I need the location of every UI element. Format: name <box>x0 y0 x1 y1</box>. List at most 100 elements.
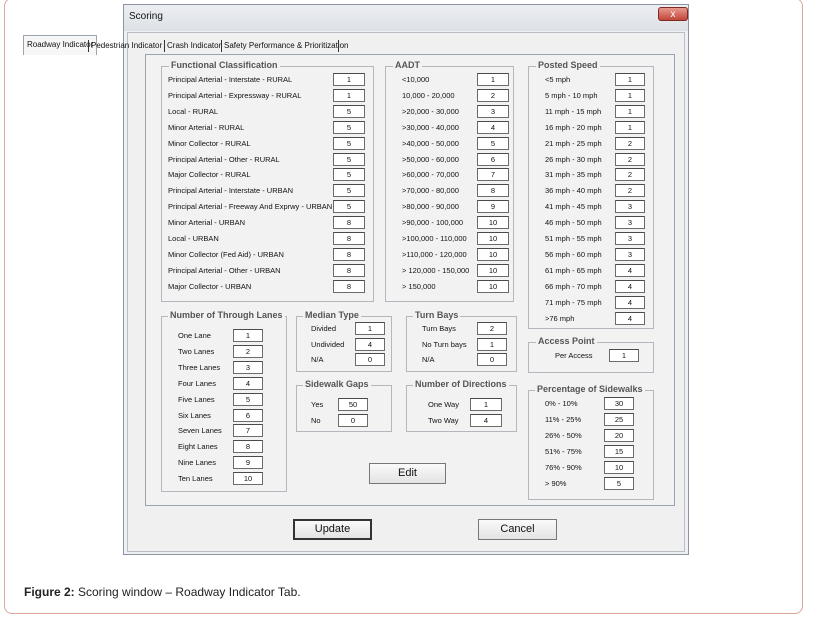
through-lanes-value-field[interactable]: 8 <box>233 440 263 454</box>
tab-roadway-indicator[interactable]: Roadway Indicator <box>23 35 98 55</box>
posted-speed-value-field[interactable]: 2 <box>615 152 645 166</box>
posted-speed-value-field[interactable]: 2 <box>615 168 645 182</box>
sidewalk-gaps-label: Yes <box>311 400 324 409</box>
edit-button[interactable]: Edit <box>369 463 446 484</box>
functional-classification-value-field[interactable]: 8 <box>333 279 365 293</box>
cancel-button[interactable]: Cancel <box>478 519 557 540</box>
posted-speed-value-field[interactable]: 3 <box>615 232 645 245</box>
posted-speed-value-field[interactable]: 4 <box>615 263 645 277</box>
functional-classification-value-field[interactable]: 5 <box>333 120 365 134</box>
tab-safety-performance[interactable]: Safety Performance & Prioritization <box>224 37 349 55</box>
through-lanes-value-field[interactable]: 4 <box>233 376 263 390</box>
aadt-value-field[interactable]: 9 <box>477 200 509 214</box>
posted-speed-value-field[interactable]: 4 <box>615 279 645 293</box>
functional-classification-value-field[interactable]: 5 <box>333 168 365 182</box>
sidewalk-gaps-value-field[interactable]: 0 <box>338 413 368 427</box>
aadt-label: >30,000 - 40,000 <box>402 122 459 132</box>
turn-bays-title: Turn Bays <box>413 310 461 320</box>
percentage-of-sidewalks-value-field[interactable]: 25 <box>604 413 634 426</box>
percentage-of-sidewalks-value-field[interactable]: 30 <box>604 397 634 410</box>
functional-classification-label: Principal Arterial - Other - RURAL <box>168 154 280 164</box>
posted-speed-value-field[interactable]: 4 <box>615 311 645 325</box>
posted-speed-value-field[interactable]: 1 <box>615 104 645 118</box>
functional-classification-label: Minor Collector (Fed Aid) - URBAN <box>168 249 284 259</box>
caption-text: Scoring window – Roadway Indicator Tab. <box>74 585 301 599</box>
posted-speed-label: 31 mph - 35 mph <box>545 170 602 180</box>
posted-speed-value-field[interactable]: 1 <box>615 88 645 102</box>
posted-speed-value-field[interactable]: 1 <box>615 73 645 86</box>
close-button[interactable]: x <box>658 7 688 21</box>
turn-bays-value-field[interactable]: 2 <box>477 322 507 335</box>
turn-bays-value-field[interactable]: 1 <box>477 337 507 351</box>
tab-crash-indicator[interactable]: Crash Indicator <box>167 37 221 55</box>
percentage-of-sidewalks-label: 11% - 25% <box>545 415 582 424</box>
through-lanes-value-field[interactable]: 1 <box>233 329 263 342</box>
sidewalk-gaps-label: No <box>311 415 321 425</box>
aadt-value-field[interactable]: 3 <box>477 104 509 118</box>
posted-speed-value-field[interactable]: 3 <box>615 200 645 214</box>
number-of-directions-value-field[interactable]: 4 <box>470 413 502 427</box>
percentage-of-sidewalks-value-field[interactable]: 5 <box>604 477 634 490</box>
aadt-label: >20,000 - 30,000 <box>402 106 459 116</box>
aadt-value-field[interactable]: 10 <box>477 279 509 293</box>
functional-classification-value-field[interactable]: 1 <box>333 88 365 102</box>
aadt-value-field[interactable]: 4 <box>477 120 509 134</box>
through-lanes-value-field[interactable]: 10 <box>233 472 263 486</box>
median-type-value-field[interactable]: 4 <box>355 337 385 351</box>
aadt-value-field[interactable]: 10 <box>477 216 509 230</box>
posted-speed-value-field[interactable]: 2 <box>615 184 645 198</box>
functional-classification-value-field[interactable]: 8 <box>333 232 365 245</box>
access-point-value-field[interactable]: 1 <box>609 349 639 362</box>
posted-speed-label: 36 mph - 40 mph <box>545 186 602 196</box>
sidewalk-gaps-title: Sidewalk Gaps <box>303 379 371 389</box>
aadt-value-field[interactable]: 2 <box>477 88 509 102</box>
posted-speed-value-field[interactable]: 1 <box>615 120 645 134</box>
median-type-value-field[interactable]: 0 <box>355 353 385 367</box>
functional-classification-value-field[interactable]: 1 <box>333 73 365 86</box>
through-lanes-label: Six Lanes <box>178 410 211 420</box>
through-lanes-label: Five Lanes <box>178 394 215 404</box>
percentage-of-sidewalks-value-field[interactable]: 10 <box>604 461 634 474</box>
aadt-title: AADT <box>393 60 422 70</box>
number-of-directions-value-field[interactable]: 1 <box>470 398 502 411</box>
percentage-of-sidewalks-value-field[interactable]: 20 <box>604 429 634 442</box>
through-lanes-value-field[interactable]: 2 <box>233 344 263 358</box>
functional-classification-value-field[interactable]: 5 <box>333 136 365 150</box>
aadt-value-field[interactable]: 8 <box>477 184 509 198</box>
percentage-of-sidewalks-value-field[interactable]: 15 <box>604 445 634 458</box>
posted-speed-value-field[interactable]: 4 <box>615 295 645 309</box>
posted-speed-value-field[interactable]: 2 <box>615 136 645 150</box>
through-lanes-value-field[interactable]: 9 <box>233 456 263 470</box>
turn-bays-value-field[interactable]: 0 <box>477 353 507 367</box>
median-type-value-field[interactable]: 1 <box>355 322 385 335</box>
posted-speed-value-field[interactable]: 3 <box>615 247 645 261</box>
through-lanes-value-field[interactable]: 3 <box>233 360 263 374</box>
aadt-value-field[interactable]: 5 <box>477 136 509 150</box>
sidewalk-gaps-value-field[interactable]: 50 <box>338 398 368 411</box>
functional-classification-label: Minor Collector - RURAL <box>168 138 251 148</box>
functional-classification-value-field[interactable]: 5 <box>333 200 365 214</box>
functional-classification-value-field[interactable]: 5 <box>333 104 365 118</box>
aadt-label: >60,000 - 70,000 <box>402 170 459 180</box>
figure-caption: Figure 2: Scoring window – Roadway Indic… <box>24 585 301 599</box>
functional-classification-value-field[interactable]: 5 <box>333 184 365 198</box>
update-button[interactable]: Update <box>293 519 372 540</box>
aadt-value-field[interactable]: 6 <box>477 152 509 166</box>
functional-classification-value-field[interactable]: 8 <box>333 263 365 277</box>
through-lanes-value-field[interactable]: 7 <box>233 424 263 438</box>
aadt-label: <10,000 <box>402 75 430 84</box>
through-lanes-value-field[interactable]: 6 <box>233 408 263 422</box>
percentage-of-sidewalks-label: 0% - 10% <box>545 399 578 408</box>
aadt-value-field[interactable]: 10 <box>477 232 509 245</box>
tab-pedestrian-indicator[interactable]: Pedestrian Indicator <box>91 37 162 55</box>
aadt-value-field[interactable]: 1 <box>477 73 509 86</box>
through-lanes-value-field[interactable]: 5 <box>233 392 263 406</box>
functional-classification-label: Major Collector - RURAL <box>168 170 251 180</box>
aadt-value-field[interactable]: 7 <box>477 168 509 182</box>
posted-speed-value-field[interactable]: 3 <box>615 216 645 230</box>
aadt-value-field[interactable]: 10 <box>477 247 509 261</box>
functional-classification-value-field[interactable]: 5 <box>333 152 365 166</box>
aadt-value-field[interactable]: 10 <box>477 263 509 277</box>
functional-classification-value-field[interactable]: 8 <box>333 216 365 230</box>
functional-classification-value-field[interactable]: 8 <box>333 247 365 261</box>
